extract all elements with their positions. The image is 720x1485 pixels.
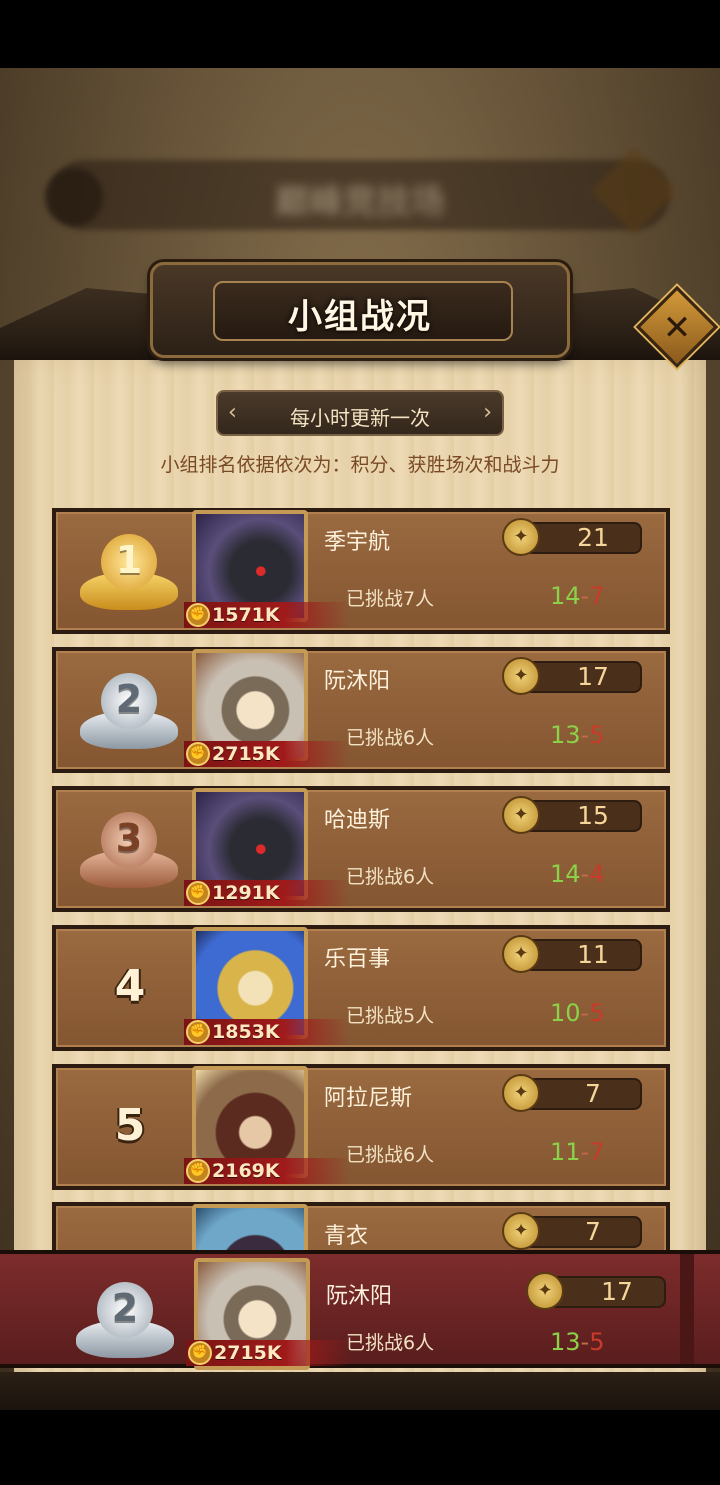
power-badge: ✊ 1853K xyxy=(184,1019,350,1045)
gold-medal-icon: 1 xyxy=(74,530,184,614)
update-frequency-text: 每小时更新一次 xyxy=(290,406,430,430)
rank-number: 4 xyxy=(114,961,146,1012)
fist-icon: ✊ xyxy=(186,1020,210,1044)
fist-icon: ✊ xyxy=(186,881,210,905)
win-loss-record: 14-7 xyxy=(550,582,605,610)
power-badge: ✊ 1291K xyxy=(184,880,350,906)
player-name: 阮沐阳 xyxy=(324,669,391,694)
score-icon: ✦ xyxy=(502,1074,540,1112)
panel-bottom-edge xyxy=(0,1372,720,1410)
avatar[interactable] xyxy=(192,1204,308,1252)
power-badge: ✊ 2169K xyxy=(184,1158,350,1184)
player-name: 阮沐阳 xyxy=(326,1284,393,1309)
bronze-medal-icon: 3 xyxy=(74,808,184,892)
challenged-count: 已挑战5人 xyxy=(346,1005,435,1027)
ranking-row-1[interactable]: 1 ✊ 1571K 季宇航 已挑战7人 ✦ 21 14-7 xyxy=(52,508,670,634)
fist-icon: ✊ xyxy=(188,1341,212,1365)
title-banner: 小组战况 xyxy=(150,262,570,358)
power-badge: ✊ 2715K xyxy=(186,1340,352,1366)
page-title: 小组战况 xyxy=(288,297,432,337)
fist-icon: ✊ xyxy=(186,1159,210,1183)
close-button[interactable]: ✕ xyxy=(635,285,719,369)
navigation-bar-area xyxy=(0,1410,720,1485)
player-name: 季宇航 xyxy=(324,530,391,555)
ranking-row-2[interactable]: 2 ✊ 2715K 阮沐阳 已挑战6人 ✦ 17 13-5 xyxy=(52,647,670,773)
arrow-right-icon: › xyxy=(483,400,492,425)
update-frequency-badge: ‹ 每小时更新一次 › xyxy=(216,390,504,436)
win-loss-record: 13-5 xyxy=(550,721,605,749)
score-icon: ✦ xyxy=(502,657,540,695)
rank-number: 5 xyxy=(114,1100,146,1151)
score-icon: ✦ xyxy=(502,796,540,834)
score-icon: ✦ xyxy=(502,935,540,973)
challenged-count: 已挑战6人 xyxy=(346,1144,435,1166)
score-value: 7 xyxy=(585,1079,601,1108)
power-badge: ✊ 1571K xyxy=(184,602,350,628)
score-value: 17 xyxy=(577,662,609,691)
fist-icon: ✊ xyxy=(186,742,210,766)
score-value: 15 xyxy=(577,801,609,830)
win-loss-record: 13-5 xyxy=(550,1328,605,1356)
win-loss-record: 11-7 xyxy=(550,1138,605,1166)
ranking-rule-text: 小组排名依据依次为：积分、获胜场次和战斗力 xyxy=(160,454,560,476)
ranking-row-6[interactable]: 青衣 ✦ 7 xyxy=(52,1202,670,1252)
score-icon: ✦ xyxy=(526,1272,564,1310)
challenged-count: 已挑战6人 xyxy=(346,866,435,888)
player-name: 乐百事 xyxy=(324,947,391,972)
challenged-count: 已挑战6人 xyxy=(346,1332,435,1354)
challenged-count: 已挑战6人 xyxy=(346,727,435,749)
ranking-row-5[interactable]: 5 ✊ 2169K 阿拉尼斯 已挑战6人 ✦ 7 11-7 xyxy=(52,1064,670,1190)
score-icon: ✦ xyxy=(502,1212,540,1250)
blurred-arena-title: 巅峰竞技场 xyxy=(50,160,670,230)
status-bar-area xyxy=(0,0,720,68)
player-name: 阿拉尼斯 xyxy=(324,1086,413,1111)
ranking-row-3[interactable]: 3 ✊ 1291K 哈迪斯 已挑战6人 ✦ 15 14-4 xyxy=(52,786,670,912)
silver-medal-icon: 2 xyxy=(74,669,184,753)
score-value: 17 xyxy=(601,1277,633,1306)
challenged-count: 已挑战7人 xyxy=(346,588,435,610)
ranking-row-4[interactable]: 4 ✊ 1853K 乐百事 已挑战5人 ✦ 11 10-5 xyxy=(52,925,670,1051)
own-ranking-row[interactable]: 2 ✊ 2715K 阮沐阳 已挑战6人 ✦ 17 13-5 xyxy=(0,1250,720,1370)
win-loss-record: 14-4 xyxy=(550,860,605,888)
player-name: 青衣 xyxy=(324,1224,369,1249)
close-icon[interactable]: ✕ xyxy=(640,308,714,348)
win-loss-record: 10-5 xyxy=(550,999,605,1027)
power-badge: ✊ 2715K xyxy=(184,741,350,767)
score-value: 7 xyxy=(585,1217,601,1246)
silver-medal-icon: 2 xyxy=(70,1278,180,1362)
score-value: 11 xyxy=(577,940,609,969)
fist-icon: ✊ xyxy=(186,603,210,627)
player-name: 哈迪斯 xyxy=(324,808,391,833)
score-icon: ✦ xyxy=(502,518,540,556)
score-value: 21 xyxy=(577,523,609,552)
